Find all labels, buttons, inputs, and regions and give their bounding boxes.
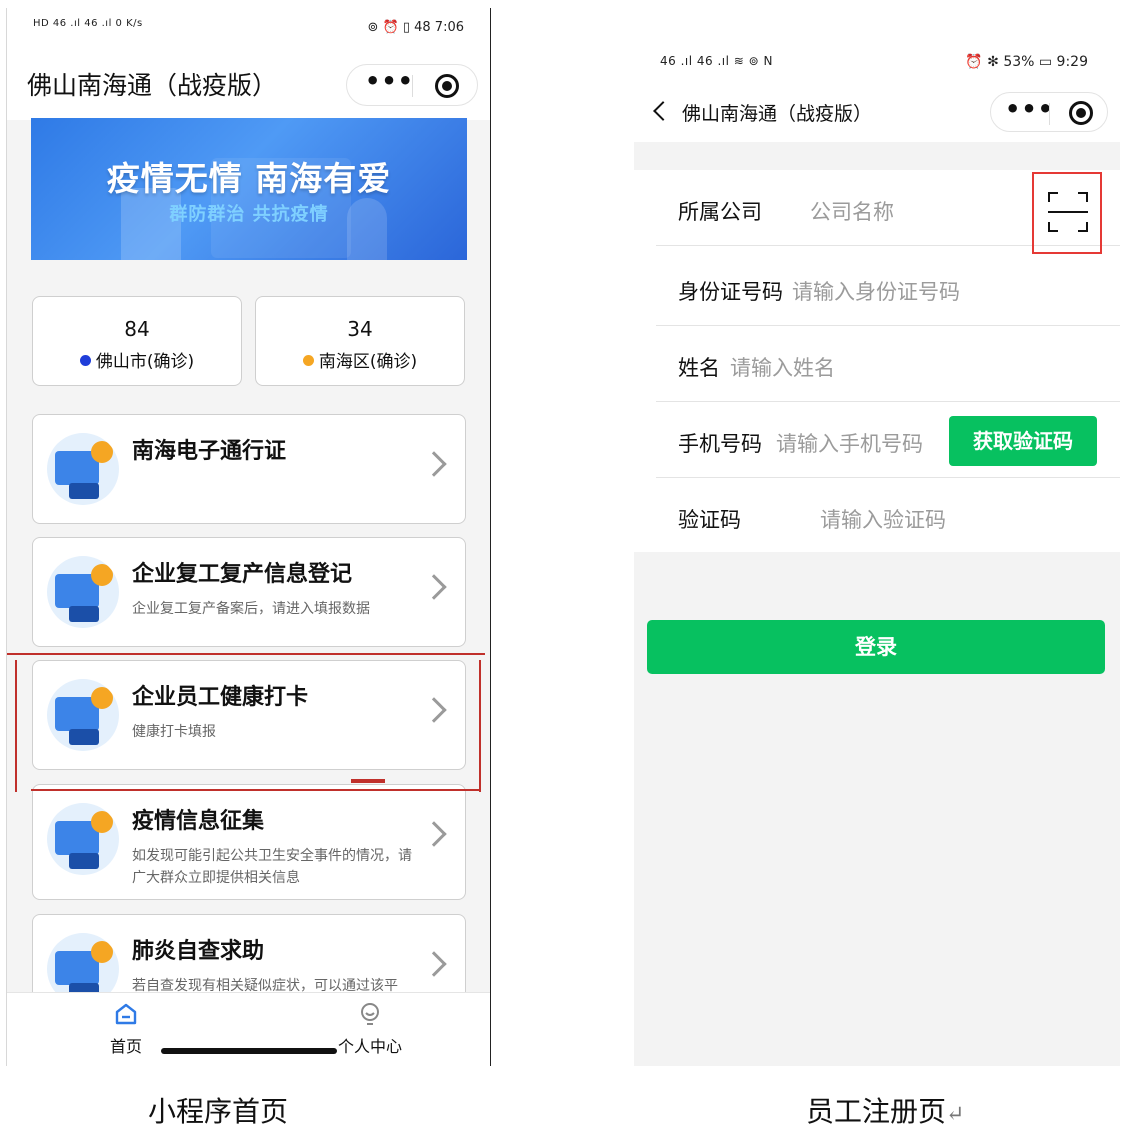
nav-bar: 佛山南海通（战疫版） ••• [7, 50, 490, 120]
home-screen: HD 46 .ıl 46 .ıl 0 K/s ⊚ ⏰ ▯ 48 7:06 佛山南… [6, 8, 491, 1066]
tab-bar: 首页 个人中心 [7, 992, 490, 1066]
card-title: 企业复工复产信息登记 [132, 562, 353, 587]
card-title: 疫情信息征集 [132, 809, 265, 834]
status-bar: HD 46 .ıl 46 .ıl 0 K/s ⊚ ⏰ ▯ 48 7:06 [7, 8, 490, 50]
card-description: 企业复工复产备案后，请进入填报数据 [132, 601, 370, 617]
verification-code-field: 验证码 请输入验证码 [656, 478, 1120, 554]
pencil-checklist-icon [47, 803, 119, 875]
capsule-divider [412, 75, 413, 97]
card-title: 企业员工健康打卡 [132, 685, 309, 710]
blue-dot-icon [79, 355, 91, 366]
doctor-icon [47, 679, 119, 751]
user-icon [361, 1003, 379, 1025]
login-button[interactable]: 登录 [647, 620, 1105, 674]
card-epidemic-info-collection[interactable]: 疫情信息征集 如发现可能引起公共卫生安全事件的情况，请广大群众立即提供相关信息 [32, 784, 466, 900]
nav-bar: 佛山南海通（战疫版） ••• [634, 92, 1120, 142]
highlight-frame-left [15, 660, 17, 792]
card-resume-work-registration[interactable]: 企业复工复产信息登记 企业复工复产备案后，请进入填报数据 [32, 537, 466, 647]
return-mark-icon: ↵ [946, 1102, 965, 1127]
company-input[interactable]: 公司名称 [810, 196, 1010, 226]
field-label: 所属公司 [678, 200, 762, 224]
card-description: 如发现可能引起公共卫生安全事件的情况，请广大群众立即提供相关信息 [132, 848, 412, 886]
caption-register: 员工注册页↵ [806, 1090, 964, 1130]
field-label: 验证码 [678, 508, 741, 532]
home-icon [115, 1003, 137, 1025]
id-number-input[interactable]: 请输入身份证号码 [792, 276, 1032, 306]
caption-register-text: 员工注册页 [806, 1095, 947, 1128]
stat-foshan-confirmed: 84 佛山市(确诊) [32, 296, 242, 386]
caption-home: 小程序首页 [148, 1095, 289, 1128]
name-input[interactable]: 请输入姓名 [730, 352, 930, 382]
page-title: 佛山南海通（战疫版） [27, 71, 278, 100]
card-electronic-pass[interactable]: 南海电子通行证 [32, 414, 466, 524]
clock-status: ⊚ ⏰ ▯ 48 7:06 [367, 20, 465, 35]
stat-label: 南海区(确诊) [318, 352, 418, 372]
chevron-right-icon [421, 574, 447, 600]
register-screen: 46 .ıl 46 .ıl ≋ ⊚ N ⏰ ✻ 53% ▭ 9:29 佛山南海通… [634, 36, 1120, 1066]
phone-input[interactable]: 请输入手机号码 [776, 428, 936, 458]
home-indicator[interactable] [161, 1048, 337, 1054]
paper-plane-icon [47, 433, 119, 505]
card-title: 南海电子通行证 [132, 439, 287, 464]
office-worker-icon [47, 556, 119, 628]
highlight-mark [351, 779, 385, 783]
close-mini-program-button[interactable] [435, 74, 459, 98]
stat-label-row: 南海区(确诊) [256, 347, 464, 372]
clock-status: ⏰ ✻ 53% ▭ 9:29 [965, 54, 1088, 70]
field-label: 姓名 [678, 356, 720, 380]
close-mini-program-button[interactable] [1069, 101, 1093, 125]
campaign-banner[interactable]: 疫情无情 南海有爱 群防群治 共抗疫情 [31, 118, 467, 260]
tab-label: 首页 [109, 1037, 142, 1056]
mini-program-capsule: ••• [346, 64, 478, 106]
stat-nanhai-confirmed: 34 南海区(确诊) [255, 296, 465, 386]
signal-status: 46 .ıl 46 .ıl ≋ ⊚ N [660, 54, 773, 68]
more-menu-button[interactable]: ••• [365, 67, 414, 95]
id-number-field: 身份证号码 请输入身份证号码 [656, 250, 1120, 326]
capsule-divider [1049, 103, 1050, 125]
field-label: 手机号码 [678, 432, 762, 456]
more-menu-button[interactable]: ••• [1005, 95, 1054, 123]
card-description: 健康打卡填报 [132, 724, 216, 740]
banner-subtitle: 群防群治 共抗疫情 [169, 204, 329, 225]
highlight-frame-top [7, 653, 485, 655]
signal-status: HD 46 .ıl 46 .ıl 0 K/s [33, 18, 143, 29]
chevron-right-icon [421, 951, 447, 977]
highlight-frame-right [479, 660, 481, 792]
field-label: 身份证号码 [678, 280, 783, 304]
stat-value: 84 [124, 317, 150, 341]
page-title: 佛山南海通（战疫版） [682, 103, 873, 125]
stat-value: 34 [347, 317, 373, 341]
verification-code-input[interactable]: 请输入验证码 [820, 504, 1020, 534]
stat-label: 佛山市(确诊) [95, 352, 195, 372]
tab-personal-center[interactable]: 个人中心 [325, 1001, 415, 1057]
mini-program-capsule: ••• [990, 92, 1108, 132]
tab-home[interactable]: 首页 [81, 1001, 171, 1057]
card-title: 肺炎自查求助 [132, 939, 265, 964]
highlight-frame-bottom [31, 789, 481, 791]
chevron-right-icon [421, 821, 447, 847]
stat-label-row: 佛山市(确诊) [33, 347, 241, 372]
name-field: 姓名 请输入姓名 [656, 326, 1120, 402]
card-employee-health-checkin[interactable]: 企业员工健康打卡 健康打卡填报 [32, 660, 466, 770]
banner-title: 疫情无情 南海有爱 [106, 159, 392, 198]
scan-qr-icon[interactable] [1048, 192, 1088, 232]
tab-label: 个人中心 [337, 1037, 402, 1056]
status-bar: 46 .ıl 46 .ıl ≋ ⊚ N ⏰ ✻ 53% ▭ 9:29 [634, 36, 1120, 92]
scan-highlight-box [1032, 172, 1102, 254]
chevron-right-icon [421, 697, 447, 723]
back-arrow-icon[interactable] [653, 101, 673, 121]
orange-dot-icon [302, 355, 314, 366]
chevron-right-icon [421, 451, 447, 477]
get-verification-code-button[interactable]: 获取验证码 [949, 416, 1097, 466]
